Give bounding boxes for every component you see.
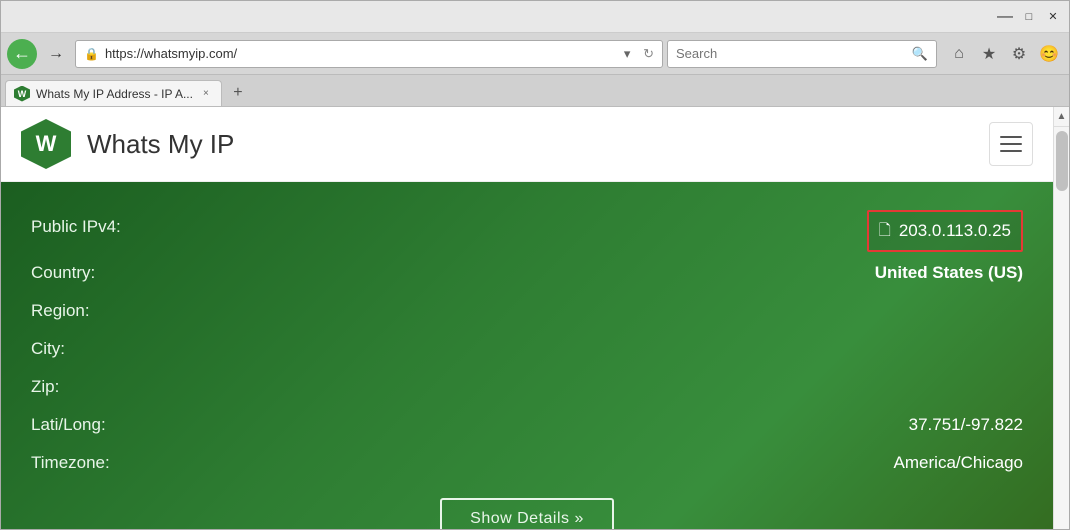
- forward-button[interactable]: →: [41, 39, 71, 69]
- site-title: Whats My IP: [87, 129, 989, 160]
- city-label: City:: [31, 332, 121, 366]
- show-details-button[interactable]: Show Details »: [440, 498, 614, 529]
- home-button[interactable]: ⌂: [945, 40, 973, 68]
- region-value: [141, 294, 1023, 328]
- new-tab-button[interactable]: +: [224, 80, 252, 106]
- address-bar[interactable]: 🔒 https://whatsmyip.com/ ▾ ↻: [75, 40, 663, 68]
- nav-tools: ⌂ ★ ⚙ 😊: [945, 40, 1063, 68]
- search-input[interactable]: [676, 46, 906, 61]
- minimize-button[interactable]: —: [997, 9, 1013, 25]
- hamburger-line-1: [1000, 136, 1022, 138]
- maximize-button[interactable]: □: [1021, 9, 1037, 25]
- tab-title: Whats My IP Address - IP A...: [36, 87, 193, 101]
- timezone-label: Timezone:: [31, 446, 121, 480]
- lock-icon: 🔒: [84, 47, 99, 61]
- browser-window: — □ ✕ ← → 🔒 https://whatsmyip.com/ ▾ ↻ 🔍…: [0, 0, 1070, 530]
- search-icon[interactable]: 🔍: [912, 46, 928, 62]
- zip-label: Zip:: [31, 370, 121, 404]
- zip-value: [141, 370, 1023, 404]
- scrollbar-up-button[interactable]: ▲: [1054, 107, 1069, 127]
- scrollbar-thumb[interactable]: [1056, 131, 1068, 191]
- close-button[interactable]: ✕: [1045, 9, 1061, 25]
- timezone-value: America/Chicago: [141, 446, 1023, 480]
- active-tab[interactable]: W Whats My IP Address - IP A... ×: [5, 80, 222, 106]
- tab-close-button[interactable]: ×: [199, 87, 213, 101]
- page-content: W Whats My IP Public IPv4: 🗋 203.0.: [1, 107, 1069, 529]
- ipv4-value: 🗋 203.0.113.0.25: [141, 210, 1023, 252]
- tab-favicon: W: [14, 86, 30, 102]
- page-main: W Whats My IP Public IPv4: 🗋 203.0.: [1, 107, 1053, 529]
- scrollbar: ▲: [1053, 107, 1069, 529]
- ip-address-text: 203.0.113.0.25: [899, 214, 1011, 248]
- nav-bar: ← → 🔒 https://whatsmyip.com/ ▾ ↻ 🔍 ⌂ ★ ⚙…: [1, 33, 1069, 75]
- country-label: Country:: [31, 256, 121, 290]
- title-bar: — □ ✕: [1, 1, 1069, 33]
- url-text: https://whatsmyip.com/: [105, 46, 611, 61]
- search-bar[interactable]: 🔍: [667, 40, 937, 68]
- site-header: W Whats My IP: [1, 107, 1053, 182]
- latilong-value: 37.751/-97.822: [141, 408, 1023, 442]
- tab-bar: W Whats My IP Address - IP A... × +: [1, 75, 1069, 107]
- back-button[interactable]: ←: [7, 39, 37, 69]
- copy-icon[interactable]: 🗋: [879, 216, 891, 246]
- user-button[interactable]: 😊: [1035, 40, 1063, 68]
- region-label: Region:: [31, 294, 121, 328]
- ip-address-box[interactable]: 🗋 203.0.113.0.25: [867, 210, 1023, 252]
- site-logo: W: [21, 119, 71, 169]
- favorites-button[interactable]: ★: [975, 40, 1003, 68]
- ip-grid: Public IPv4: 🗋 203.0.113.0.25 Country: U…: [31, 210, 1023, 480]
- hamburger-line-2: [1000, 143, 1022, 145]
- hamburger-menu-button[interactable]: [989, 122, 1033, 166]
- refresh-button[interactable]: ↻: [643, 46, 654, 62]
- settings-button[interactable]: ⚙: [1005, 40, 1033, 68]
- hamburger-line-3: [1000, 150, 1022, 152]
- ip-info-panel: Public IPv4: 🗋 203.0.113.0.25 Country: U…: [1, 182, 1053, 529]
- url-dropdown-icon[interactable]: ▾: [617, 46, 637, 62]
- ipv4-label: Public IPv4:: [31, 210, 121, 252]
- country-value: United States (US): [141, 256, 1023, 290]
- city-value: [141, 332, 1023, 366]
- latilong-label: Lati/Long:: [31, 408, 121, 442]
